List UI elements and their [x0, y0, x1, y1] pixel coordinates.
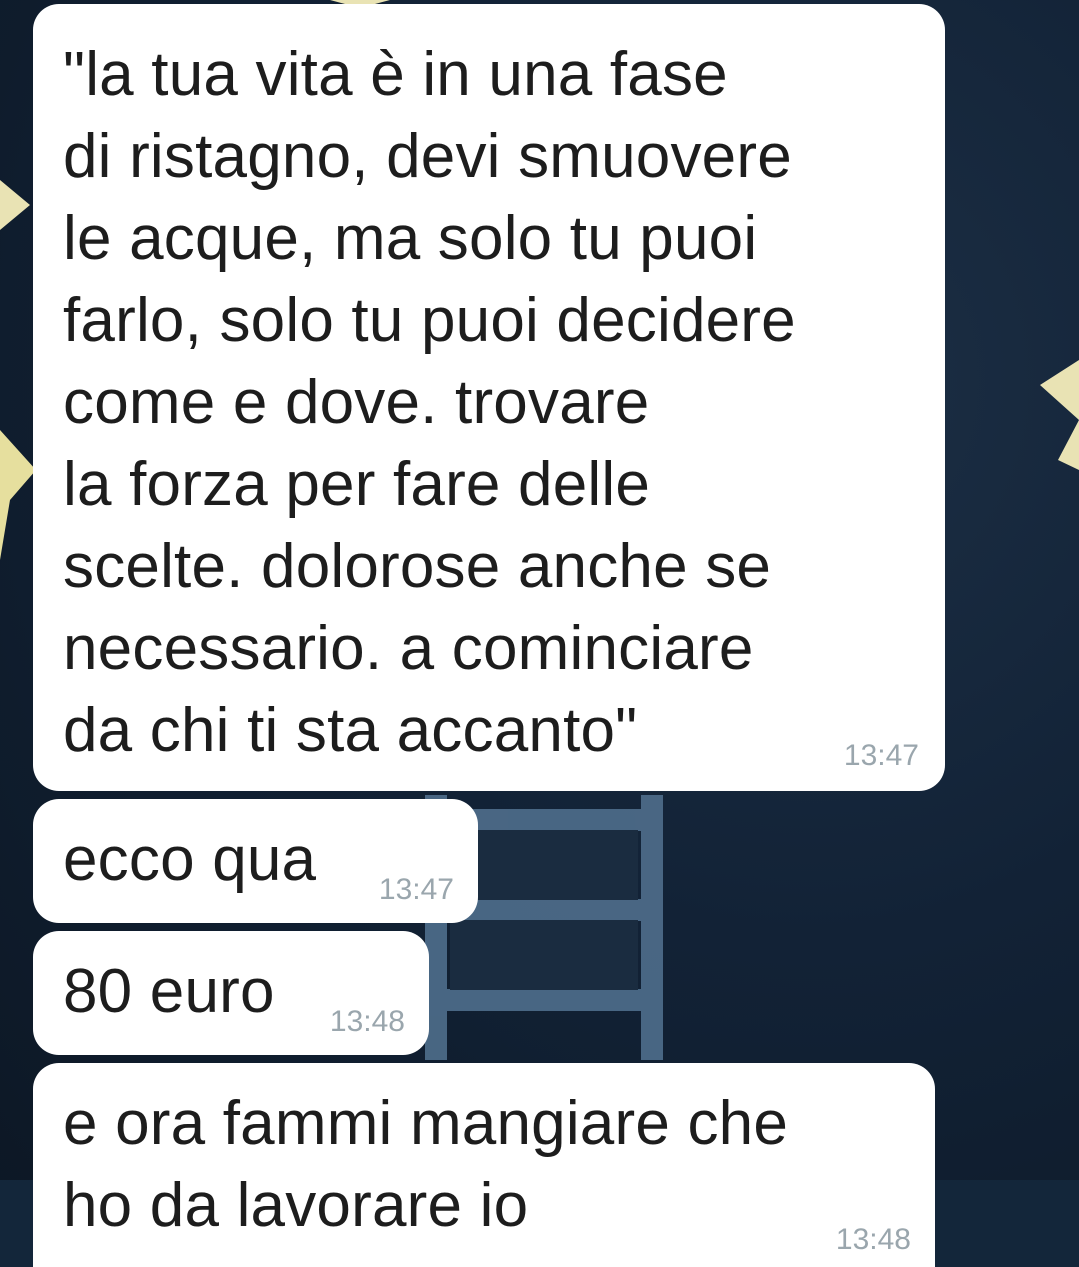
star-decoration-right	[1040, 360, 1079, 470]
message-text: "la tua vita è in una fase di ristagno, …	[63, 40, 796, 765]
message-bubble[interactable]: "la tua vita è in una fase di ristagno, …	[33, 4, 945, 791]
star-decoration-left-mid	[0, 430, 36, 560]
message-text: e ora fammi mangiare che ho da lavorare …	[63, 1089, 789, 1240]
star-decoration-left-top	[0, 180, 30, 230]
message-text: 80 euro	[63, 957, 275, 1026]
message-timestamp: 13:47	[378, 873, 454, 906]
message-bubble[interactable]: e ora fammi mangiare che ho da lavorare …	[33, 1063, 935, 1267]
message-text: ecco qua	[63, 825, 317, 894]
message-timestamp: 13:48	[835, 1223, 911, 1256]
message-timestamp: 13:47	[843, 739, 919, 772]
message-bubble[interactable]: 80 euro 13:48	[33, 931, 429, 1055]
message-timestamp: 13:48	[329, 1005, 405, 1038]
message-bubble[interactable]: ecco qua 13:47	[33, 799, 478, 923]
